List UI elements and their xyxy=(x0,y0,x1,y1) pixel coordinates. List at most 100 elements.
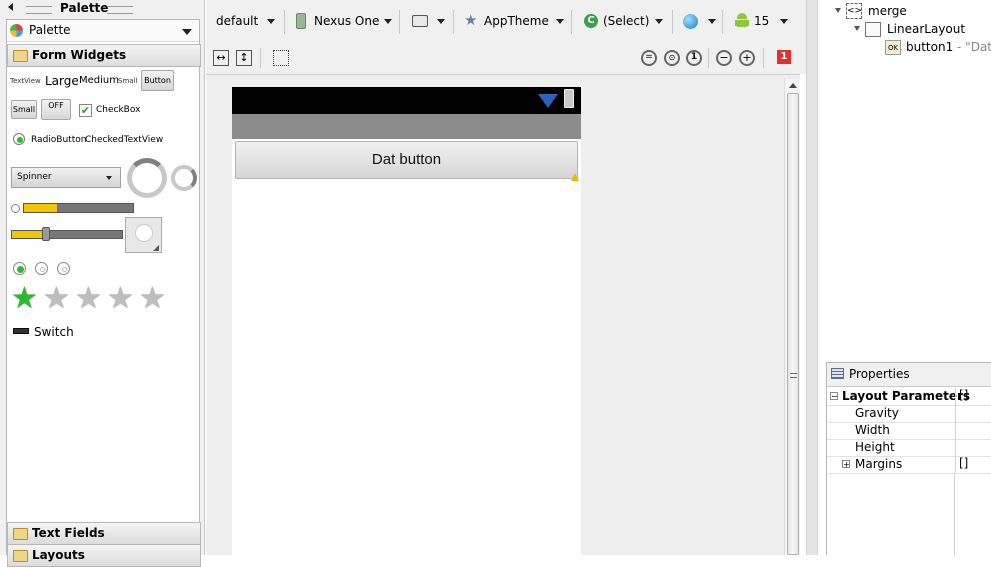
battery-icon xyxy=(564,89,574,108)
zoom-out-icon[interactable]: − xyxy=(716,50,732,66)
collapse-left-icon[interactable] xyxy=(8,3,13,11)
widget-textview[interactable]: TextView xyxy=(10,77,41,85)
chevron-down-icon[interactable] xyxy=(556,19,564,24)
star-empty-icon: ★ xyxy=(139,281,166,316)
zoom-real-size-icon[interactable]: ⊙ xyxy=(664,50,680,66)
collapse-minus-icon[interactable]: − xyxy=(830,392,838,401)
section-layouts-label: Layouts xyxy=(32,548,85,562)
chevron-down-icon[interactable] xyxy=(708,19,716,24)
widget-medium-text[interactable]: Medium xyxy=(79,75,119,86)
show-bounds-icon[interactable] xyxy=(273,50,289,66)
progress-medium-icon[interactable] xyxy=(171,165,197,191)
radio-unchecked-icon[interactable] xyxy=(35,262,48,275)
chevron-down-icon[interactable] xyxy=(780,19,788,24)
chevron-down-icon[interactable] xyxy=(384,19,392,24)
zoom-in-icon[interactable]: + xyxy=(739,50,755,66)
fill-height-icon[interactable]: ↕ xyxy=(236,50,252,66)
theme-star-icon: ★ xyxy=(464,11,478,29)
merge-icon: <> xyxy=(846,3,862,19)
radio-checked-icon[interactable] xyxy=(13,133,25,145)
chevron-down-icon[interactable] xyxy=(655,19,663,24)
outline-item-button1-id: button1 xyxy=(906,40,954,54)
radio-unchecked-icon[interactable] xyxy=(57,262,70,275)
widget-spinner[interactable]: Spinner xyxy=(11,167,121,188)
widget-checkbox[interactable]: CheckBox xyxy=(96,105,140,115)
scroll-up-icon[interactable] xyxy=(789,83,797,88)
folder-icon xyxy=(13,528,28,540)
expand-triangle-icon[interactable] xyxy=(854,26,860,31)
checkbox-checked-icon[interactable]: ✔ xyxy=(79,104,92,117)
section-text-fields[interactable]: Text Fields xyxy=(7,522,201,545)
properties-column-divider xyxy=(954,473,955,556)
toolbar-separator xyxy=(284,10,285,34)
widget-large-text[interactable]: Large xyxy=(45,74,79,88)
chevron-down-icon[interactable] xyxy=(267,19,275,24)
prop-row-width[interactable]: Width xyxy=(827,422,991,440)
prop-row-layout-parameters[interactable]: − Layout Parameters [] xyxy=(827,388,991,406)
prop-value[interactable] xyxy=(955,422,959,439)
prop-row-margins[interactable]: + Margins [] xyxy=(827,456,991,474)
expand-triangle-icon[interactable] xyxy=(835,8,841,13)
prop-value[interactable] xyxy=(955,439,959,456)
chevron-down-icon[interactable] xyxy=(182,29,192,35)
section-form-widgets[interactable]: Form Widgets xyxy=(7,44,201,67)
widget-ratingbar[interactable]: ★ ★ ★ ★ ★ xyxy=(11,284,177,316)
status-bar xyxy=(232,87,581,114)
pane-divider[interactable] xyxy=(806,0,818,555)
outline-item-button1[interactable]: button1 - "Dat b xyxy=(906,40,991,54)
zoom-fit-icon[interactable]: = xyxy=(641,50,657,66)
grip-right-icon xyxy=(107,6,133,14)
section-layouts[interactable]: Layouts xyxy=(7,544,201,567)
toolbar-separator xyxy=(453,10,454,34)
widget-progress-bar[interactable] xyxy=(23,203,134,213)
theme-dropdown[interactable]: AppTheme xyxy=(484,14,549,28)
prop-name: Margins xyxy=(855,457,903,471)
palette-dropdown[interactable]: Palette xyxy=(7,20,199,42)
prop-row-height[interactable]: Height xyxy=(827,439,991,457)
vertical-scrollbar[interactable] xyxy=(784,79,800,555)
activity-dropdown[interactable]: (Select) xyxy=(603,14,649,28)
seekbar-thumb[interactable] xyxy=(42,227,50,241)
prop-value[interactable] xyxy=(955,405,959,422)
scroll-thumb[interactable] xyxy=(787,93,799,555)
outline-item-linearlayout[interactable]: LinearLayout xyxy=(887,22,965,36)
prop-row-gravity[interactable]: Gravity xyxy=(827,405,991,423)
app-title-bar xyxy=(232,114,581,139)
widget-small-button[interactable]: Small xyxy=(11,100,37,119)
star-empty-icon: ★ xyxy=(43,281,70,316)
error-badge[interactable]: 1 xyxy=(777,50,791,64)
widget-small-text[interactable]: Small xyxy=(118,77,137,85)
chevron-down-icon[interactable] xyxy=(437,19,445,24)
fill-width-icon[interactable]: ↔ xyxy=(213,50,229,66)
device-dropdown[interactable]: Nexus One xyxy=(314,14,379,28)
toolbar-separator xyxy=(399,10,400,34)
prop-value[interactable]: [] xyxy=(955,456,968,473)
prop-name: Width xyxy=(855,423,890,437)
api-level-dropdown[interactable]: 15 xyxy=(754,14,769,28)
image-placeholder-icon[interactable] xyxy=(125,217,162,253)
button-ok-icon: OK xyxy=(885,40,901,55)
outline-item-merge[interactable]: merge xyxy=(868,4,907,18)
config-dropdown[interactable]: default xyxy=(216,14,258,28)
dat-button[interactable]: Dat button xyxy=(235,141,578,179)
zoom-100-icon[interactable]: 1 xyxy=(686,50,702,66)
widget-switch[interactable]: Switch xyxy=(34,325,74,339)
widget-checked-textview[interactable]: CheckedTextView xyxy=(85,135,163,145)
palette-dropdown-label: Palette xyxy=(29,23,71,37)
linear-layout-icon xyxy=(865,22,881,37)
folder-icon xyxy=(13,550,28,562)
config-toolbar: default Nexus One ★ AppTheme C (Select) … xyxy=(206,0,806,44)
widget-radiobutton[interactable]: RadioButton xyxy=(31,135,86,145)
palette-header: Palette xyxy=(0,0,205,18)
prop-value[interactable]: [] xyxy=(955,388,968,405)
progress-large-icon[interactable] xyxy=(127,158,167,198)
widget-toggle-button[interactable]: OFF xyxy=(41,99,71,120)
locale-globe-icon[interactable] xyxy=(683,14,698,29)
widget-button[interactable]: Button xyxy=(141,70,174,91)
radio-checked-icon[interactable] xyxy=(13,262,26,275)
chevron-down-icon xyxy=(106,176,112,180)
orientation-icon[interactable] xyxy=(412,15,428,27)
expand-plus-icon[interactable]: + xyxy=(842,460,850,469)
widget-seekbar[interactable] xyxy=(11,227,123,241)
progress-small-icon[interactable] xyxy=(11,204,20,213)
